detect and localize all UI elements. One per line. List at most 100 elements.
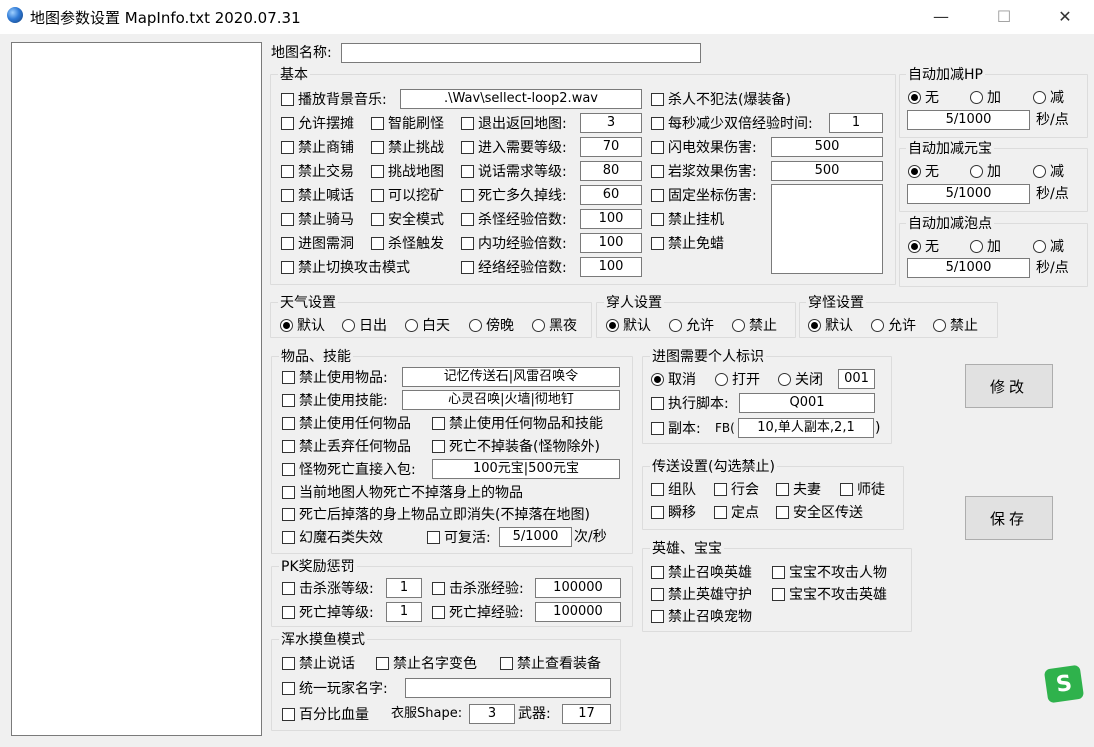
exec-script-input[interactable]: Q001 (739, 393, 875, 413)
percent-hp-checkbox[interactable]: 百分比血量 (282, 704, 369, 724)
tp-fixed-point-checkbox[interactable]: 定点 (714, 502, 759, 522)
shape-input[interactable]: 3 (469, 704, 515, 724)
meridian-exp-mult-checkbox[interactable]: 经络经验倍数: (461, 257, 567, 277)
fb-input[interactable]: 10,单人副本,2,1 (738, 418, 874, 438)
can-mine-checkbox[interactable]: 可以挖矿 (371, 185, 444, 205)
player-death-no-drop-checkbox[interactable]: 当前地图人物死亡不掉落身上的物品 (282, 482, 523, 502)
no-name-color-checkbox[interactable]: 禁止名字变色 (376, 653, 477, 673)
auto-hp-none-radio[interactable]: 无 (908, 87, 939, 107)
weather-default-radio[interactable]: 默认 (280, 315, 325, 335)
tp-mentor-checkbox[interactable]: 师徒 (840, 479, 885, 499)
phantom-invalid-checkbox[interactable]: 幻魔石类失效 (282, 527, 383, 547)
auto-bubble-sub-radio[interactable]: 减 (1033, 236, 1064, 256)
enter-level-checkbox[interactable]: 进入需要等级: (461, 137, 567, 157)
auto-bubble-input[interactable]: 5/1000 (907, 258, 1030, 278)
fixed-coord-dmg-textarea[interactable] (771, 184, 883, 274)
flag-cancel-radio[interactable]: 取消 (651, 369, 696, 389)
death-level-checkbox[interactable]: 死亡掉等级: (282, 602, 374, 622)
auto-hp-sub-radio[interactable]: 减 (1033, 87, 1064, 107)
no-shout-checkbox[interactable]: 禁止喊话 (281, 185, 354, 205)
weather-dusk-radio[interactable]: 傍晚 (469, 315, 514, 335)
exec-script-checkbox[interactable]: 执行脚本: (651, 393, 729, 413)
revive-input[interactable]: 5/1000 (499, 527, 572, 547)
no-use-item-input[interactable]: 记忆传送石|风雷召唤令 (402, 367, 620, 387)
talk-level-checkbox[interactable]: 说话需求等级: (461, 161, 567, 181)
pass-person-forbid-radio[interactable]: 禁止 (732, 315, 777, 335)
no-talk-checkbox[interactable]: 禁止说话 (282, 653, 355, 673)
auto-yuanbao-sub-radio[interactable]: 减 (1033, 161, 1064, 181)
auto-hp-input[interactable]: 5/1000 (907, 110, 1030, 130)
tp-blink-checkbox[interactable]: 瞬移 (651, 502, 696, 522)
flag-close-radio[interactable]: 关闭 (778, 369, 823, 389)
drop-vanish-checkbox[interactable]: 死亡后掉落的身上物品立即消失(不掉落在地图) (282, 504, 590, 524)
tp-team-checkbox[interactable]: 组队 (651, 479, 696, 499)
no-trade-checkbox[interactable]: 禁止交易 (281, 161, 354, 181)
kill-exp-mult-input[interactable]: 100 (580, 209, 642, 229)
no-challenge-checkbox[interactable]: 禁止挑战 (371, 137, 444, 157)
pass-monster-forbid-radio[interactable]: 禁止 (933, 315, 978, 335)
pass-monster-default-radio[interactable]: 默认 (808, 315, 853, 335)
kill-trigger-checkbox[interactable]: 杀怪触发 (371, 233, 444, 253)
no-hero-guard-checkbox[interactable]: 禁止英雄守护 (651, 584, 752, 604)
no-use-skill-input[interactable]: 心灵召唤|火墙|彻地钉 (402, 390, 620, 410)
no-use-item-checkbox[interactable]: 禁止使用物品: (282, 367, 388, 387)
no-ride-checkbox[interactable]: 禁止骑马 (281, 209, 354, 229)
revive-checkbox[interactable]: 可复活: (427, 527, 491, 547)
exit-return-map-checkbox[interactable]: 退出返回地图: (461, 113, 567, 133)
no-any-item-skill-checkbox[interactable]: 禁止使用任何物品和技能 (432, 413, 603, 433)
kill-exp-checkbox[interactable]: 击杀涨经验: (432, 578, 524, 598)
meridian-exp-mult-input[interactable]: 100 (580, 257, 642, 277)
death-disconnect-checkbox[interactable]: 死亡多久掉线: (461, 185, 567, 205)
death-disconnect-input[interactable]: 60 (580, 185, 642, 205)
no-shop-checkbox[interactable]: 禁止商铺 (281, 137, 354, 157)
lightning-dmg-checkbox[interactable]: 闪电效果伤害: (651, 137, 757, 157)
exit-return-map-input[interactable]: 3 (580, 113, 642, 133)
pass-monster-allow-radio[interactable]: 允许 (871, 315, 916, 335)
map-name-input[interactable] (341, 43, 701, 63)
kill-level-checkbox[interactable]: 击杀涨等级: (282, 578, 374, 598)
no-view-equip-checkbox[interactable]: 禁止查看装备 (500, 653, 601, 673)
fixed-coord-dmg-checkbox[interactable]: 固定坐标伤害: (651, 185, 757, 205)
double-exp-time-input[interactable]: 1 (829, 113, 883, 133)
no-hangup-checkbox[interactable]: 禁止挂机 (651, 209, 724, 229)
flag-code-input[interactable]: 001 (838, 369, 875, 389)
kill-exp-input[interactable]: 100000 (535, 578, 621, 598)
double-exp-time-checkbox[interactable]: 每秒减少双倍经验时间: (651, 113, 813, 133)
auto-yuanbao-add-radio[interactable]: 加 (970, 161, 1001, 181)
safe-mode-checkbox[interactable]: 安全模式 (371, 209, 444, 229)
pass-person-default-radio[interactable]: 默认 (606, 315, 651, 335)
save-button[interactable]: 保存 (965, 496, 1053, 540)
no-summon-hero-checkbox[interactable]: 禁止召唤英雄 (651, 562, 752, 582)
minimize-button[interactable]: — (918, 0, 964, 32)
kill-level-input[interactable]: 1 (386, 578, 422, 598)
tp-safe-zone-checkbox[interactable]: 安全区传送 (776, 502, 863, 522)
maximize-button[interactable]: ☐ (981, 0, 1027, 32)
close-button[interactable]: ✕ (1042, 0, 1088, 32)
lightning-dmg-input[interactable]: 500 (771, 137, 883, 157)
cave-req-checkbox[interactable]: 进图需洞 (281, 233, 354, 253)
pet-no-attack-people-checkbox[interactable]: 宝宝不攻击人物 (772, 562, 887, 582)
no-any-item-checkbox[interactable]: 禁止使用任何物品 (282, 413, 411, 433)
allow-stall-checkbox[interactable]: 允许摆摊 (281, 113, 354, 133)
unify-name-checkbox[interactable]: 统一玩家名字: (282, 678, 388, 698)
auto-yuanbao-none-radio[interactable]: 无 (908, 161, 939, 181)
internal-exp-mult-checkbox[interactable]: 内功经验倍数: (461, 233, 567, 253)
monster-drop-bag-input[interactable]: 100元宝|500元宝 (432, 459, 620, 479)
no-summon-pet-checkbox[interactable]: 禁止召唤宠物 (651, 606, 752, 626)
challenge-map-checkbox[interactable]: 挑战地图 (371, 161, 444, 181)
flag-open-radio[interactable]: 打开 (715, 369, 760, 389)
weapon-input[interactable]: 17 (562, 704, 611, 724)
internal-exp-mult-input[interactable]: 100 (580, 233, 642, 253)
auto-bubble-add-radio[interactable]: 加 (970, 236, 1001, 256)
death-level-input[interactable]: 1 (386, 602, 422, 622)
no-pk-crime-checkbox[interactable]: 杀人不犯法(爆装备) (651, 89, 791, 109)
weather-night-radio[interactable]: 黑夜 (532, 315, 577, 335)
talk-level-input[interactable]: 80 (580, 161, 642, 181)
no-switch-attack-checkbox[interactable]: 禁止切换攻击模式 (281, 257, 410, 277)
unify-name-input[interactable] (405, 678, 611, 698)
weather-sunrise-radio[interactable]: 日出 (342, 315, 387, 335)
death-exp-input[interactable]: 100000 (535, 602, 621, 622)
lava-dmg-input[interactable]: 500 (771, 161, 883, 181)
pass-person-allow-radio[interactable]: 允许 (669, 315, 714, 335)
fb-checkbox[interactable]: 副本: (651, 418, 701, 438)
